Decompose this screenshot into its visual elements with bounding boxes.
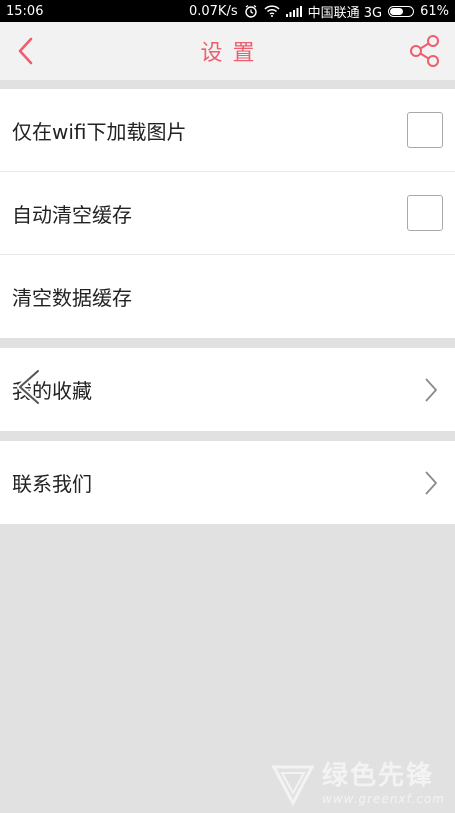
network-speed: 0.07K/s — [188, 3, 238, 19]
wifi-icon — [264, 5, 280, 17]
battery-fill — [390, 7, 403, 15]
page-title: 设置 — [200, 41, 265, 66]
carrier-name: 中国联通 3G — [307, 5, 383, 21]
back-arrow-icon — [18, 37, 33, 65]
settings-group-contact: 联系我们 — [0, 441, 455, 524]
back-button[interactable] — [8, 33, 44, 69]
watermark-url: www.greenxf.com — [322, 792, 445, 806]
setting-row-clear-data-cache[interactable]: 清空数据缓存 — [0, 255, 455, 338]
chevron-right-icon — [419, 375, 443, 405]
app-header: 设置 — [0, 22, 455, 80]
setting-row-auto-clear-cache[interactable]: 自动清空缓存 — [0, 172, 455, 255]
share-button[interactable] — [407, 33, 443, 69]
settings-group-cache: 仅在wifi下加载图片 自动清空缓存 清空数据缓存 — [0, 89, 455, 338]
battery-icon — [388, 5, 415, 17]
setting-row-contact-us[interactable]: 联系我们 — [0, 441, 455, 524]
status-bar: 15:06 0.07K/s 中国联通 3G 61% — [0, 0, 455, 22]
setting-label: 联系我们 — [12, 472, 92, 496]
settings-group-favorites: 我的收藏 — [0, 348, 455, 431]
alarm-icon — [244, 4, 258, 18]
setting-row-my-favorites[interactable]: 我的收藏 — [0, 348, 455, 431]
wifi-only-images-checkbox[interactable] — [407, 112, 443, 148]
status-time: 15:06 — [6, 3, 44, 19]
watermark: 绿色先锋 www.greenxf.com — [270, 761, 445, 807]
battery-label: 61% — [420, 3, 449, 19]
setting-label: 仅在wifi下加载图片 — [12, 119, 187, 144]
setting-row-wifi-only-images[interactable]: 仅在wifi下加载图片 — [0, 89, 455, 172]
chevron-right-icon — [419, 468, 443, 498]
floating-back-gesture-icon[interactable] — [14, 367, 44, 407]
signal-icon — [285, 5, 302, 17]
share-icon — [410, 35, 439, 67]
auto-clear-cache-checkbox[interactable] — [407, 195, 443, 231]
watermark-name: 绿色先锋 — [322, 761, 435, 791]
setting-label: 自动清空缓存 — [12, 202, 132, 227]
setting-label: 清空数据缓存 — [12, 286, 132, 310]
watermark-logo-icon — [271, 765, 315, 807]
